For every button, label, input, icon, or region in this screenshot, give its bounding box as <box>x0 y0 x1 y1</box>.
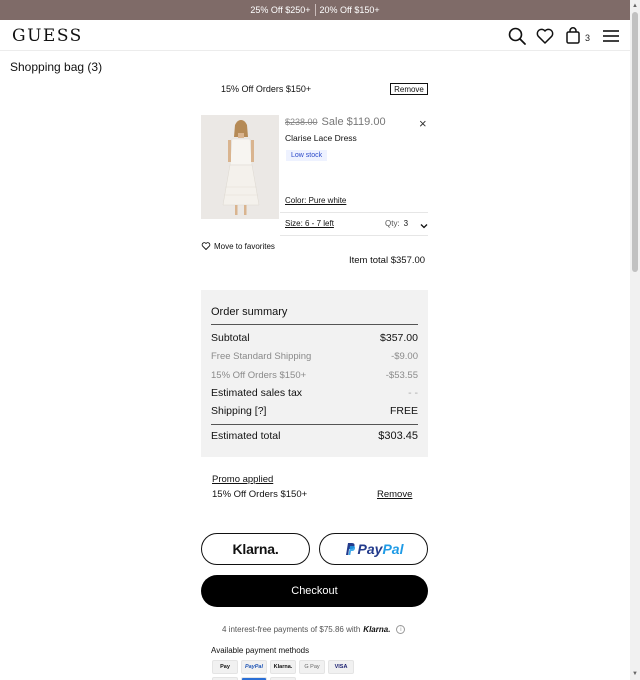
apple-pay-icon: Pay <box>212 660 238 674</box>
move-to-favorites-button[interactable]: Move to favorites <box>201 241 275 251</box>
klarna-installments-note: 4 interest-free payments of $75.86 with … <box>222 625 406 634</box>
summary-rule-top <box>211 324 418 325</box>
bag-icon[interactable] <box>563 26 583 46</box>
heart-icon[interactable] <box>535 26 555 46</box>
promo-link-150[interactable]: 20% Off $150+ <box>320 5 380 15</box>
payment-methods-list: Pay PayPal Klarna. G Pay VISA <box>212 660 362 680</box>
summary-label: 15% Off Orders $150+ <box>211 370 307 381</box>
promo-applied-name: 15% Off Orders $150+ <box>212 489 308 500</box>
summary-rule-bottom <box>211 424 418 425</box>
summary-row-promo-discount: 15% Off Orders $150+ -$53.55 <box>211 370 418 381</box>
product-image[interactable] <box>201 115 279 219</box>
summary-total-value: $303.45 <box>378 430 418 442</box>
qty-value: 3 <box>403 219 409 228</box>
scroll-down-arrow-icon[interactable]: ▼ <box>631 670 639 678</box>
heart-icon <box>201 242 211 250</box>
scrollbar-thumb[interactable] <box>632 12 638 272</box>
cart-count: 3 <box>585 33 591 43</box>
summary-label: Subtotal <box>211 332 250 344</box>
paypal-logo: PayPal <box>358 541 404 557</box>
summary-value: $357.00 <box>380 332 418 344</box>
scroll-up-arrow-icon[interactable]: ▲ <box>631 2 639 10</box>
klarna-card-icon: Klarna. <box>270 660 296 674</box>
visa-icon: VISA <box>328 660 354 674</box>
search-icon[interactable] <box>507 26 527 46</box>
item-total-value: $357.00 <box>390 255 426 266</box>
dress-photo <box>201 115 279 219</box>
klarna-logo: Klarna. <box>232 541 279 557</box>
summary-value: - - <box>408 387 418 399</box>
remove-item-close-icon[interactable]: × <box>419 116 427 131</box>
site-header: GUESS 3 <box>0 20 630 51</box>
promo-bar: 25% Off $250+ 20% Off $150+ <box>0 0 630 20</box>
klarna-note-text: 4 interest-free payments of $75.86 with <box>222 625 361 634</box>
product-name[interactable]: Clarise Lace Dress <box>285 133 357 143</box>
promo-link-250[interactable]: 25% Off $250+ <box>250 5 310 15</box>
summary-row-shipping[interactable]: Shipping [?] FREE <box>211 405 418 417</box>
summary-title: Order summary <box>211 306 288 318</box>
paypal-logo-part1: Pay <box>357 541 383 557</box>
original-price: $238.00 <box>285 117 318 127</box>
stock-badge: Low stock <box>286 150 328 161</box>
paypal-button[interactable]: PayPal <box>319 533 428 565</box>
summary-label[interactable]: Shipping [?] <box>211 405 266 417</box>
item-total: Item total $357.00 <box>349 255 425 266</box>
checkout-button[interactable]: Checkout <box>201 575 428 607</box>
divider <box>280 235 428 236</box>
qty-selector[interactable]: Qty: 3 <box>385 219 408 228</box>
summary-value: -$53.55 <box>385 370 418 381</box>
available-payment-methods-label: Available payment methods <box>211 646 310 655</box>
paypal-logo-part2: Pal <box>382 541 404 557</box>
order-summary: Order summary Subtotal $357.00 Free Stan… <box>201 290 428 457</box>
promo-divider <box>314 4 316 16</box>
summary-label: Estimated sales tax <box>211 387 303 399</box>
klarna-note-brand: Klarna. <box>363 625 391 634</box>
summary-value: FREE <box>389 405 418 417</box>
chevron-down-icon[interactable] <box>419 221 429 231</box>
menu-icon[interactable] <box>601 26 621 46</box>
favorites-label: Move to favorites <box>214 241 275 251</box>
item-total-label: Item total <box>349 255 389 266</box>
divider <box>280 212 428 213</box>
promo-remove-button[interactable]: Remove <box>377 489 412 500</box>
summary-row-total: Estimated total $303.45 <box>211 430 418 442</box>
summary-total-label: Estimated total <box>211 430 281 442</box>
cart-promo-label: 15% Off Orders $150+ <box>221 84 312 94</box>
size-selector[interactable]: Size: 6 - 7 left <box>285 219 334 228</box>
summary-row-tax: Estimated sales tax - - <box>211 387 418 399</box>
info-icon[interactable]: i <box>396 625 406 634</box>
guess-logo[interactable]: GUESS <box>12 26 83 46</box>
cart-promo-remove-button[interactable]: Remove <box>390 83 428 95</box>
summary-label: Free Standard Shipping <box>211 351 312 362</box>
klarna-button[interactable]: Klarna. <box>201 533 310 565</box>
promo-applied-toggle[interactable]: Promo applied <box>212 474 273 485</box>
paypal-icon <box>345 543 355 555</box>
summary-row-subtotal: Subtotal $357.00 <box>211 332 418 344</box>
page-title: Shopping bag (3) <box>10 60 103 74</box>
paypal-card-icon: PayPal <box>241 660 267 674</box>
product-color: Color: Pure white <box>285 196 347 205</box>
summary-value: -$9.00 <box>391 351 418 362</box>
price-line: $238.00 Sale $119.00 <box>285 116 386 128</box>
google-pay-icon: G Pay <box>299 660 325 674</box>
sale-price: Sale $119.00 <box>321 116 386 128</box>
qty-label: Qty: <box>385 219 400 228</box>
summary-row-shipping-discount: Free Standard Shipping -$9.00 <box>211 351 418 362</box>
